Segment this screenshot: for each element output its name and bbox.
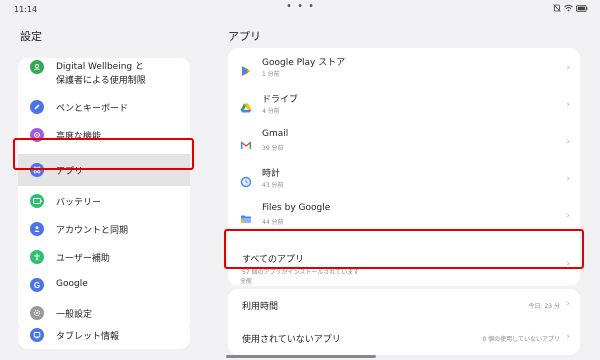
screen-time-row[interactable]: 利用時間 今日: 23 分 › (228, 289, 580, 322)
app-last-used: 39 分前 (262, 145, 284, 152)
chevron-right-icon: › (566, 100, 570, 110)
home-indicator[interactable] (226, 355, 376, 358)
nav-item-accounts-sync[interactable]: アカウントと同期 (18, 215, 190, 243)
settings-title: 設定 (20, 30, 42, 43)
screen-time-label: 利用時間 (242, 302, 279, 312)
nav-label: ユーザー補助 (56, 254, 110, 264)
battery-icon (30, 194, 44, 208)
google-play-icon (240, 62, 252, 76)
accessibility-icon (30, 250, 44, 264)
app-last-used: 4 分前 (262, 108, 280, 115)
app-row-google-play[interactable]: Google Play ストア 1 分前 › (228, 50, 580, 87)
google-icon: G (30, 278, 44, 292)
apps-highlight-box (13, 138, 194, 170)
chevron-right-icon: › (566, 211, 570, 221)
chevron-right-icon: › (566, 137, 570, 147)
chevron-right-icon: › (566, 299, 570, 309)
nav-item-tablet-info[interactable]: タブレット情報 (18, 321, 190, 349)
nav-item-accessibility[interactable]: ユーザー補助 (18, 243, 190, 271)
files-icon (240, 210, 252, 223)
nav-item-battery[interactable]: バッテリー (18, 187, 190, 215)
general-settings-icon (30, 306, 44, 320)
nav-item-google[interactable]: G Google (18, 271, 190, 299)
gmail-icon (240, 136, 252, 150)
unused-apps-value: 0 個の使用していないアプリ (482, 336, 560, 343)
app-row-gmail[interactable]: Gmail 39 分前 › (228, 124, 580, 161)
nav-label: Google (56, 279, 88, 289)
tablet-info-icon (30, 328, 44, 342)
nav-item-digital-wellbeing[interactable]: Digital Wellbeing と 保護者による使用制限 (18, 60, 190, 92)
settings-nav-list-2: タブレット情報 (18, 321, 190, 349)
nav-item-pen-keyboard[interactable]: ペンとキーボード (18, 93, 190, 121)
wifi-icon (564, 4, 573, 12)
settings-nav-list: Digital Wellbeing と 保護者による使用制限 ペンとキーボード … (18, 58, 190, 330)
mute-icon (553, 4, 561, 12)
app-name: 時計 (262, 169, 281, 179)
pen-icon (30, 100, 44, 114)
nav-label: 一般設定 (56, 310, 93, 320)
app-name: ドライブ (262, 95, 299, 105)
nav-label-line2: 保護者による使用制限 (56, 76, 146, 86)
app-last-used: 1 分前 (262, 71, 280, 78)
nav-label-line1: Digital Wellbeing と (56, 62, 144, 72)
app-last-used: 44 分前 (262, 219, 284, 226)
status-time: 11:14 (14, 5, 38, 14)
window-handle-icon[interactable]: • • • (286, 1, 315, 12)
nav-label: タブレット情報 (56, 332, 120, 342)
wellbeing-icon (30, 60, 44, 74)
app-name: Google Play ストア (262, 58, 346, 68)
app-name: Gmail (262, 129, 289, 139)
nav-label: ペンとキーボード (56, 104, 129, 114)
screen-time-value: 今日: 23 分 (528, 303, 560, 310)
nav-label: バッテリー (56, 198, 102, 208)
status-bar: 11:14 • • • (0, 0, 600, 18)
general-card: 利用時間 今日: 23 分 › 使用されていないアプリ 0 個の使用していないア… (228, 289, 580, 355)
app-name: Files by Google (262, 203, 331, 213)
app-row-drive[interactable]: ドライブ 4 分前 › (228, 87, 580, 124)
battery-status-icon (576, 4, 588, 12)
app-row-clock[interactable]: 時計 43 分前 › (228, 161, 580, 198)
app-last-used: 43 分前 (262, 182, 284, 189)
chevron-right-icon: › (566, 332, 570, 342)
general-section-label: 全般 (240, 278, 253, 285)
unused-apps-label: 使用されていないアプリ (242, 335, 341, 345)
clock-icon (240, 173, 252, 188)
unused-apps-row[interactable]: 使用されていないアプリ 0 個の使用していないアプリ › (228, 322, 580, 355)
account-icon (30, 222, 44, 236)
all-apps-highlight-box (224, 229, 584, 269)
chevron-right-icon: › (566, 63, 570, 73)
apps-settings-panel: アプリ Google Play ストア 1 分前 › ドライブ 4 分前 › G… (210, 18, 600, 360)
chevron-right-icon: › (566, 174, 570, 184)
apps-page-title: アプリ (228, 30, 261, 43)
drive-icon (240, 99, 252, 113)
settings-nav-panel: 設定 Digital Wellbeing と 保護者による使用制限 ペンとキーボ… (0, 18, 210, 360)
nav-label: アカウントと同期 (56, 226, 129, 236)
